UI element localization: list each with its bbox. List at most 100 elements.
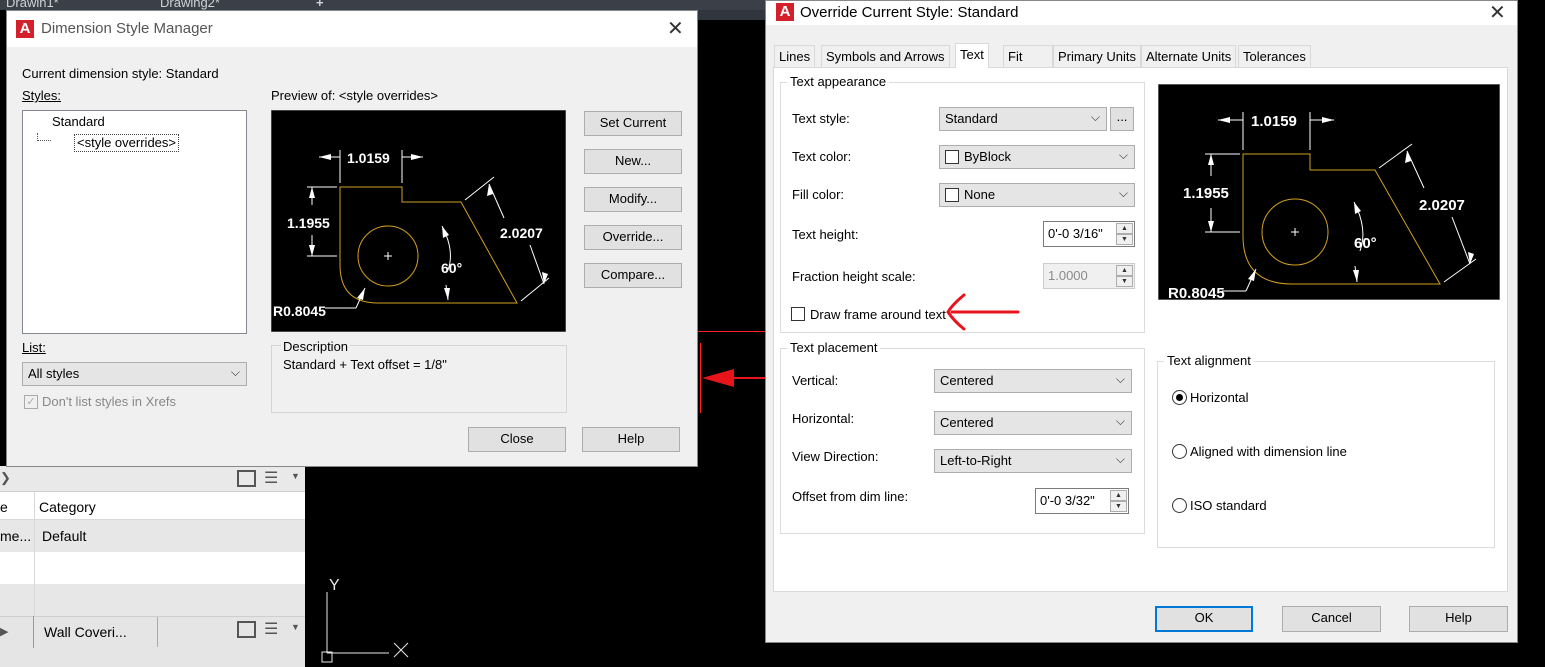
column-category-header[interactable]: Category	[39, 499, 96, 515]
column-name-header[interactable]: e	[0, 499, 8, 515]
style-item-overrides[interactable]: <style overrides>	[74, 134, 179, 152]
file-tab-drawing1[interactable]: Drawin1*	[6, 0, 59, 10]
compare-button[interactable]: Compare...	[584, 263, 682, 288]
table-row[interactable]: me... Default	[0, 520, 305, 552]
tab-primary-units[interactable]: Primary Units	[1053, 45, 1142, 67]
new-button[interactable]: New...	[584, 149, 682, 174]
text-height-stepper[interactable]: 0'-0 3/16" ▲ ▼	[1043, 221, 1135, 247]
list-view-icon[interactable]: ☰	[264, 468, 278, 488]
close-button[interactable]: Close	[468, 427, 566, 452]
close-icon[interactable]: ✕	[1489, 3, 1506, 23]
xrefs-checkbox[interactable]: ✓	[24, 395, 38, 409]
tab-lines[interactable]: Lines	[774, 45, 816, 67]
modify-button[interactable]: Modify...	[584, 187, 682, 212]
dim-text-angled: 2.0207	[500, 225, 543, 241]
dimension-style-manager-dialog: A Dimension Style Manager ✕ Current dime…	[6, 10, 698, 467]
fraction-scale-stepper[interactable]: 1.0000 ▲ ▼	[1043, 263, 1135, 289]
list-select[interactable]: All styles ⌵	[22, 362, 247, 386]
current-style-label: Current dimension style: Standard	[22, 66, 219, 81]
spin-down-icon[interactable]: ▼	[1110, 501, 1127, 512]
horizontal-select[interactable]: Centered ⌵	[934, 411, 1132, 435]
radio-aligned[interactable]	[1172, 444, 1187, 459]
tab-text[interactable]: Text	[955, 43, 989, 68]
spin-up-icon[interactable]: ▲	[1116, 265, 1133, 276]
tab-alternate-units[interactable]: Alternate Units	[1141, 45, 1237, 67]
chevron-down-icon: ⌵	[230, 365, 240, 379]
dim-text-angle: 60°	[441, 260, 462, 276]
help-button[interactable]: Help	[1409, 606, 1508, 632]
dim-text-left: 1.1955	[287, 215, 330, 231]
tool-palette-tab[interactable]: Wall Coveri...	[34, 617, 158, 647]
vertical-value: Centered	[940, 373, 994, 388]
spin-down-icon[interactable]: ▼	[1116, 234, 1133, 245]
text-color-select[interactable]: ByBlock ⌵	[939, 145, 1135, 169]
table-row[interactable]	[0, 584, 305, 616]
row-name-cell: me...	[0, 528, 32, 544]
view-direction-select[interactable]: Left-to-Right ⌵	[934, 449, 1132, 473]
radio-horizontal[interactable]	[1172, 390, 1187, 405]
vertical-select[interactable]: Centered ⌵	[934, 369, 1132, 393]
radio-horizontal-label: Horizontal	[1190, 390, 1249, 405]
ucs-y-label: Y	[329, 577, 340, 594]
list-view-icon[interactable]: ☰	[264, 619, 278, 639]
chevron-down-icon: ⌵	[1115, 452, 1125, 466]
ribbon-edge	[698, 10, 765, 20]
dropdown-icon[interactable]: ▼	[291, 622, 300, 632]
close-icon[interactable]: ✕	[667, 19, 684, 39]
fraction-scale-label: Fraction height scale:	[792, 269, 916, 284]
column-header-row: e Category	[0, 492, 305, 520]
file-tab-drawing2[interactable]: Drawing2*	[160, 0, 220, 10]
dim-text-radius: R0.8045	[1168, 285, 1225, 300]
radio-iso-label: ISO standard	[1190, 498, 1267, 513]
set-current-button[interactable]: Set Current	[584, 111, 682, 136]
row-category-cell: Default	[42, 528, 87, 544]
override-button[interactable]: Override...	[584, 225, 682, 250]
chevron-down-icon: ⌵	[1115, 414, 1125, 428]
preview-label: Preview of: <style overrides>	[271, 88, 438, 103]
table-row[interactable]	[0, 552, 305, 584]
radio-iso[interactable]	[1172, 498, 1187, 513]
offset-stepper[interactable]: 0'-0 3/32" ▲ ▼	[1035, 488, 1129, 514]
column-divider	[34, 492, 35, 616]
window-icon[interactable]	[237, 621, 256, 638]
file-tab-strip: Drawin1* Drawing2* +	[0, 0, 765, 10]
styles-listbox[interactable]: Standard <style overrides>	[22, 110, 247, 334]
browse-text-style-button[interactable]: ...	[1110, 107, 1134, 131]
help-button[interactable]: Help	[582, 427, 680, 452]
chevron-right-icon[interactable]: ❯	[0, 470, 11, 486]
tree-connector	[37, 133, 51, 141]
xrefs-label: Don't list styles in Xrefs	[42, 394, 176, 409]
chevron-down-icon: ⌵	[1115, 372, 1125, 386]
panel-footer: ▶ Wall Coveri... ☰ ▼	[0, 616, 305, 667]
override-style-dialog: A Override Current Style: Standard ✕ Lin…	[765, 0, 1518, 643]
spin-down-icon[interactable]: ▼	[1116, 276, 1133, 287]
text-placement-label: Text placement	[787, 340, 881, 356]
draw-frame-checkbox[interactable]	[791, 307, 805, 321]
cancel-button[interactable]: Cancel	[1282, 606, 1381, 632]
color-swatch	[945, 188, 959, 202]
new-tab-button[interactable]: +	[316, 0, 324, 10]
tab-fit[interactable]: Fit	[1003, 45, 1053, 67]
tab-symbols-arrows[interactable]: Symbols and Arrows	[821, 45, 950, 67]
chevron-down-icon: ⌵	[1118, 186, 1128, 200]
scroll-left-tab[interactable]: ▶	[0, 616, 34, 648]
chevron-down-icon: ⌵	[1118, 148, 1128, 162]
style-item-standard[interactable]: Standard	[52, 114, 105, 130]
fill-color-label: Fill color:	[792, 187, 845, 202]
spin-up-icon[interactable]: ▲	[1110, 490, 1127, 501]
ok-button[interactable]: OK	[1155, 606, 1253, 632]
ucs-icon: Y	[321, 577, 409, 663]
window-icon[interactable]	[237, 470, 256, 487]
fill-color-select[interactable]: None ⌵	[939, 183, 1135, 207]
vertical-label: Vertical:	[792, 373, 839, 388]
color-swatch	[945, 150, 959, 164]
description-label: Description	[281, 339, 351, 355]
spin-up-icon[interactable]: ▲	[1116, 223, 1133, 234]
tab-tolerances[interactable]: Tolerances	[1238, 45, 1311, 67]
horizontal-value: Centered	[940, 415, 994, 430]
dim-text-angled: 2.0207	[1419, 197, 1465, 214]
styles-label: Styles:	[22, 88, 62, 103]
dim-text-left: 1.1955	[1183, 185, 1229, 202]
text-style-select[interactable]: Standard ⌵	[939, 107, 1107, 131]
dropdown-icon[interactable]: ▼	[291, 471, 300, 481]
